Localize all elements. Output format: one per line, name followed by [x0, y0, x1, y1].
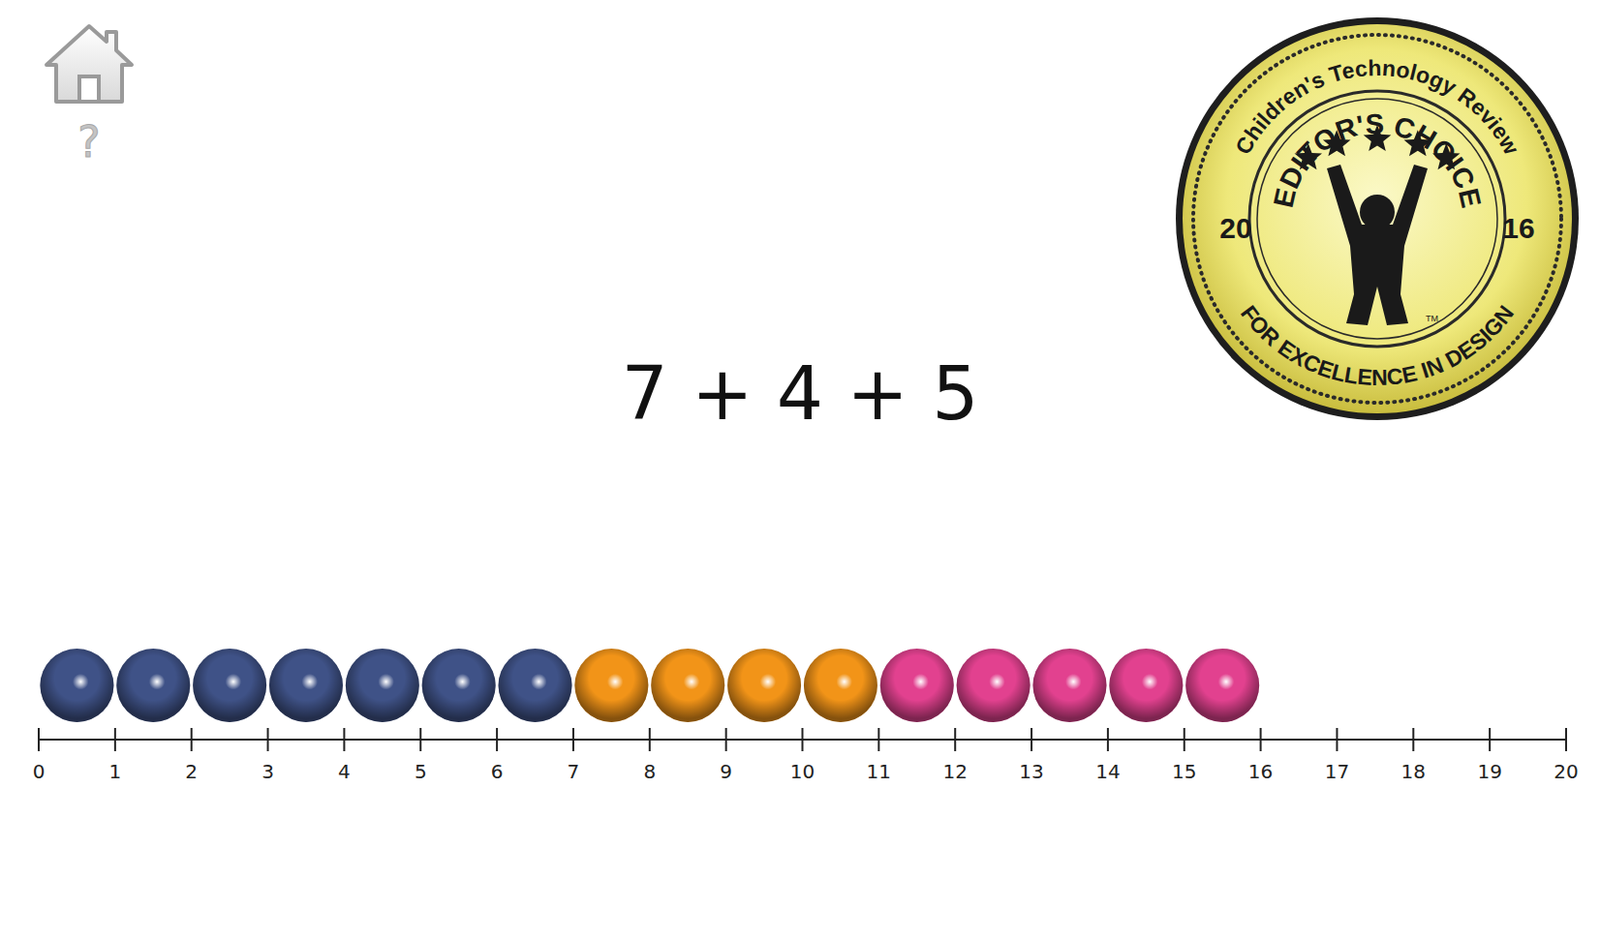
axis-tick — [114, 728, 117, 752]
star-icon — [1432, 143, 1461, 170]
tick-label: 0 — [32, 760, 46, 784]
ball — [956, 648, 1031, 723]
axis-tick — [648, 728, 651, 752]
award-badge-icon: Children's Technology ReviewEDITOR'S CHO… — [1171, 13, 1583, 425]
badge-top-text: Children's Technology Review — [1230, 55, 1524, 159]
axis-tick — [190, 728, 193, 752]
tick-label: 6 — [491, 760, 504, 784]
axis-tick — [1183, 728, 1186, 752]
axis-tick — [953, 728, 956, 752]
equation: 7 + 4 + 5 — [620, 355, 979, 433]
axis-tick — [572, 728, 575, 752]
tick-label: 15 — [1171, 760, 1197, 784]
axis-tick — [37, 728, 40, 752]
tick-label: 13 — [1018, 760, 1044, 784]
tick-label: 10 — [790, 760, 815, 784]
tick-label: 1 — [108, 760, 122, 784]
axis-tick — [801, 728, 804, 752]
axis-tick — [1335, 728, 1338, 752]
axis-tick — [495, 728, 498, 752]
star-icon — [1294, 143, 1324, 170]
ball — [39, 648, 114, 723]
tick-label: 2 — [184, 760, 198, 784]
ball — [574, 648, 648, 723]
tick-label: 16 — [1248, 760, 1273, 784]
tick-label: 9 — [719, 760, 733, 784]
ball — [345, 648, 420, 723]
axis-tick — [877, 728, 880, 752]
badge-year-left: 20 — [1219, 212, 1252, 245]
tick-label: 18 — [1401, 760, 1426, 784]
badge-bottom-text: FOR EXCELLENCE IN DESIGN — [1235, 301, 1519, 392]
axis-tick — [267, 728, 270, 752]
tick-label: 7 — [567, 760, 581, 784]
tick-label: 3 — [261, 760, 275, 784]
ball — [650, 648, 725, 723]
axis-tick — [1412, 728, 1415, 752]
badge-year-right: 16 — [1502, 212, 1535, 245]
axis-tick — [725, 728, 728, 752]
ball — [116, 648, 190, 723]
ball — [192, 648, 267, 723]
tick-label: 19 — [1476, 760, 1502, 784]
tick-label: 4 — [338, 760, 351, 784]
ball — [269, 648, 343, 723]
axis-tick — [1107, 728, 1109, 752]
award-badge: Children's Technology ReviewEDITOR'S CHO… — [1171, 13, 1583, 425]
star-icon — [1323, 129, 1352, 156]
toolbar: ? — [0, 0, 138, 166]
help-button[interactable]: ? — [77, 119, 100, 166]
axis-tick — [1030, 728, 1033, 752]
axis-tick — [1488, 728, 1491, 752]
axis-tick — [342, 728, 345, 752]
ball — [1185, 648, 1260, 723]
ball — [727, 648, 801, 723]
axis-tick — [1260, 728, 1262, 752]
home-icon[interactable] — [40, 20, 138, 108]
star-icon — [1363, 124, 1392, 152]
trademark-mark: TM — [1425, 313, 1439, 324]
tick-label: 11 — [866, 760, 892, 784]
screen: Children's Technology ReviewEDITOR'S CHO… — [0, 0, 1600, 939]
tick-label: 8 — [643, 760, 656, 784]
number-line: 01234567891011121314151617181920 — [0, 646, 1600, 793]
person-icon — [1326, 164, 1428, 326]
tick-label: 17 — [1324, 760, 1350, 784]
tick-label: 5 — [414, 760, 428, 784]
axis-tick — [419, 728, 422, 752]
ball — [1032, 648, 1107, 723]
ball — [880, 648, 954, 723]
tick-label: 20 — [1553, 760, 1578, 784]
ball — [1108, 648, 1183, 723]
ball — [803, 648, 878, 723]
star-icon — [1404, 129, 1433, 156]
ball — [422, 648, 496, 723]
tick-label: 14 — [1095, 760, 1120, 784]
axis-tick — [1565, 728, 1568, 752]
ball — [498, 648, 573, 723]
tick-label: 12 — [942, 760, 967, 784]
